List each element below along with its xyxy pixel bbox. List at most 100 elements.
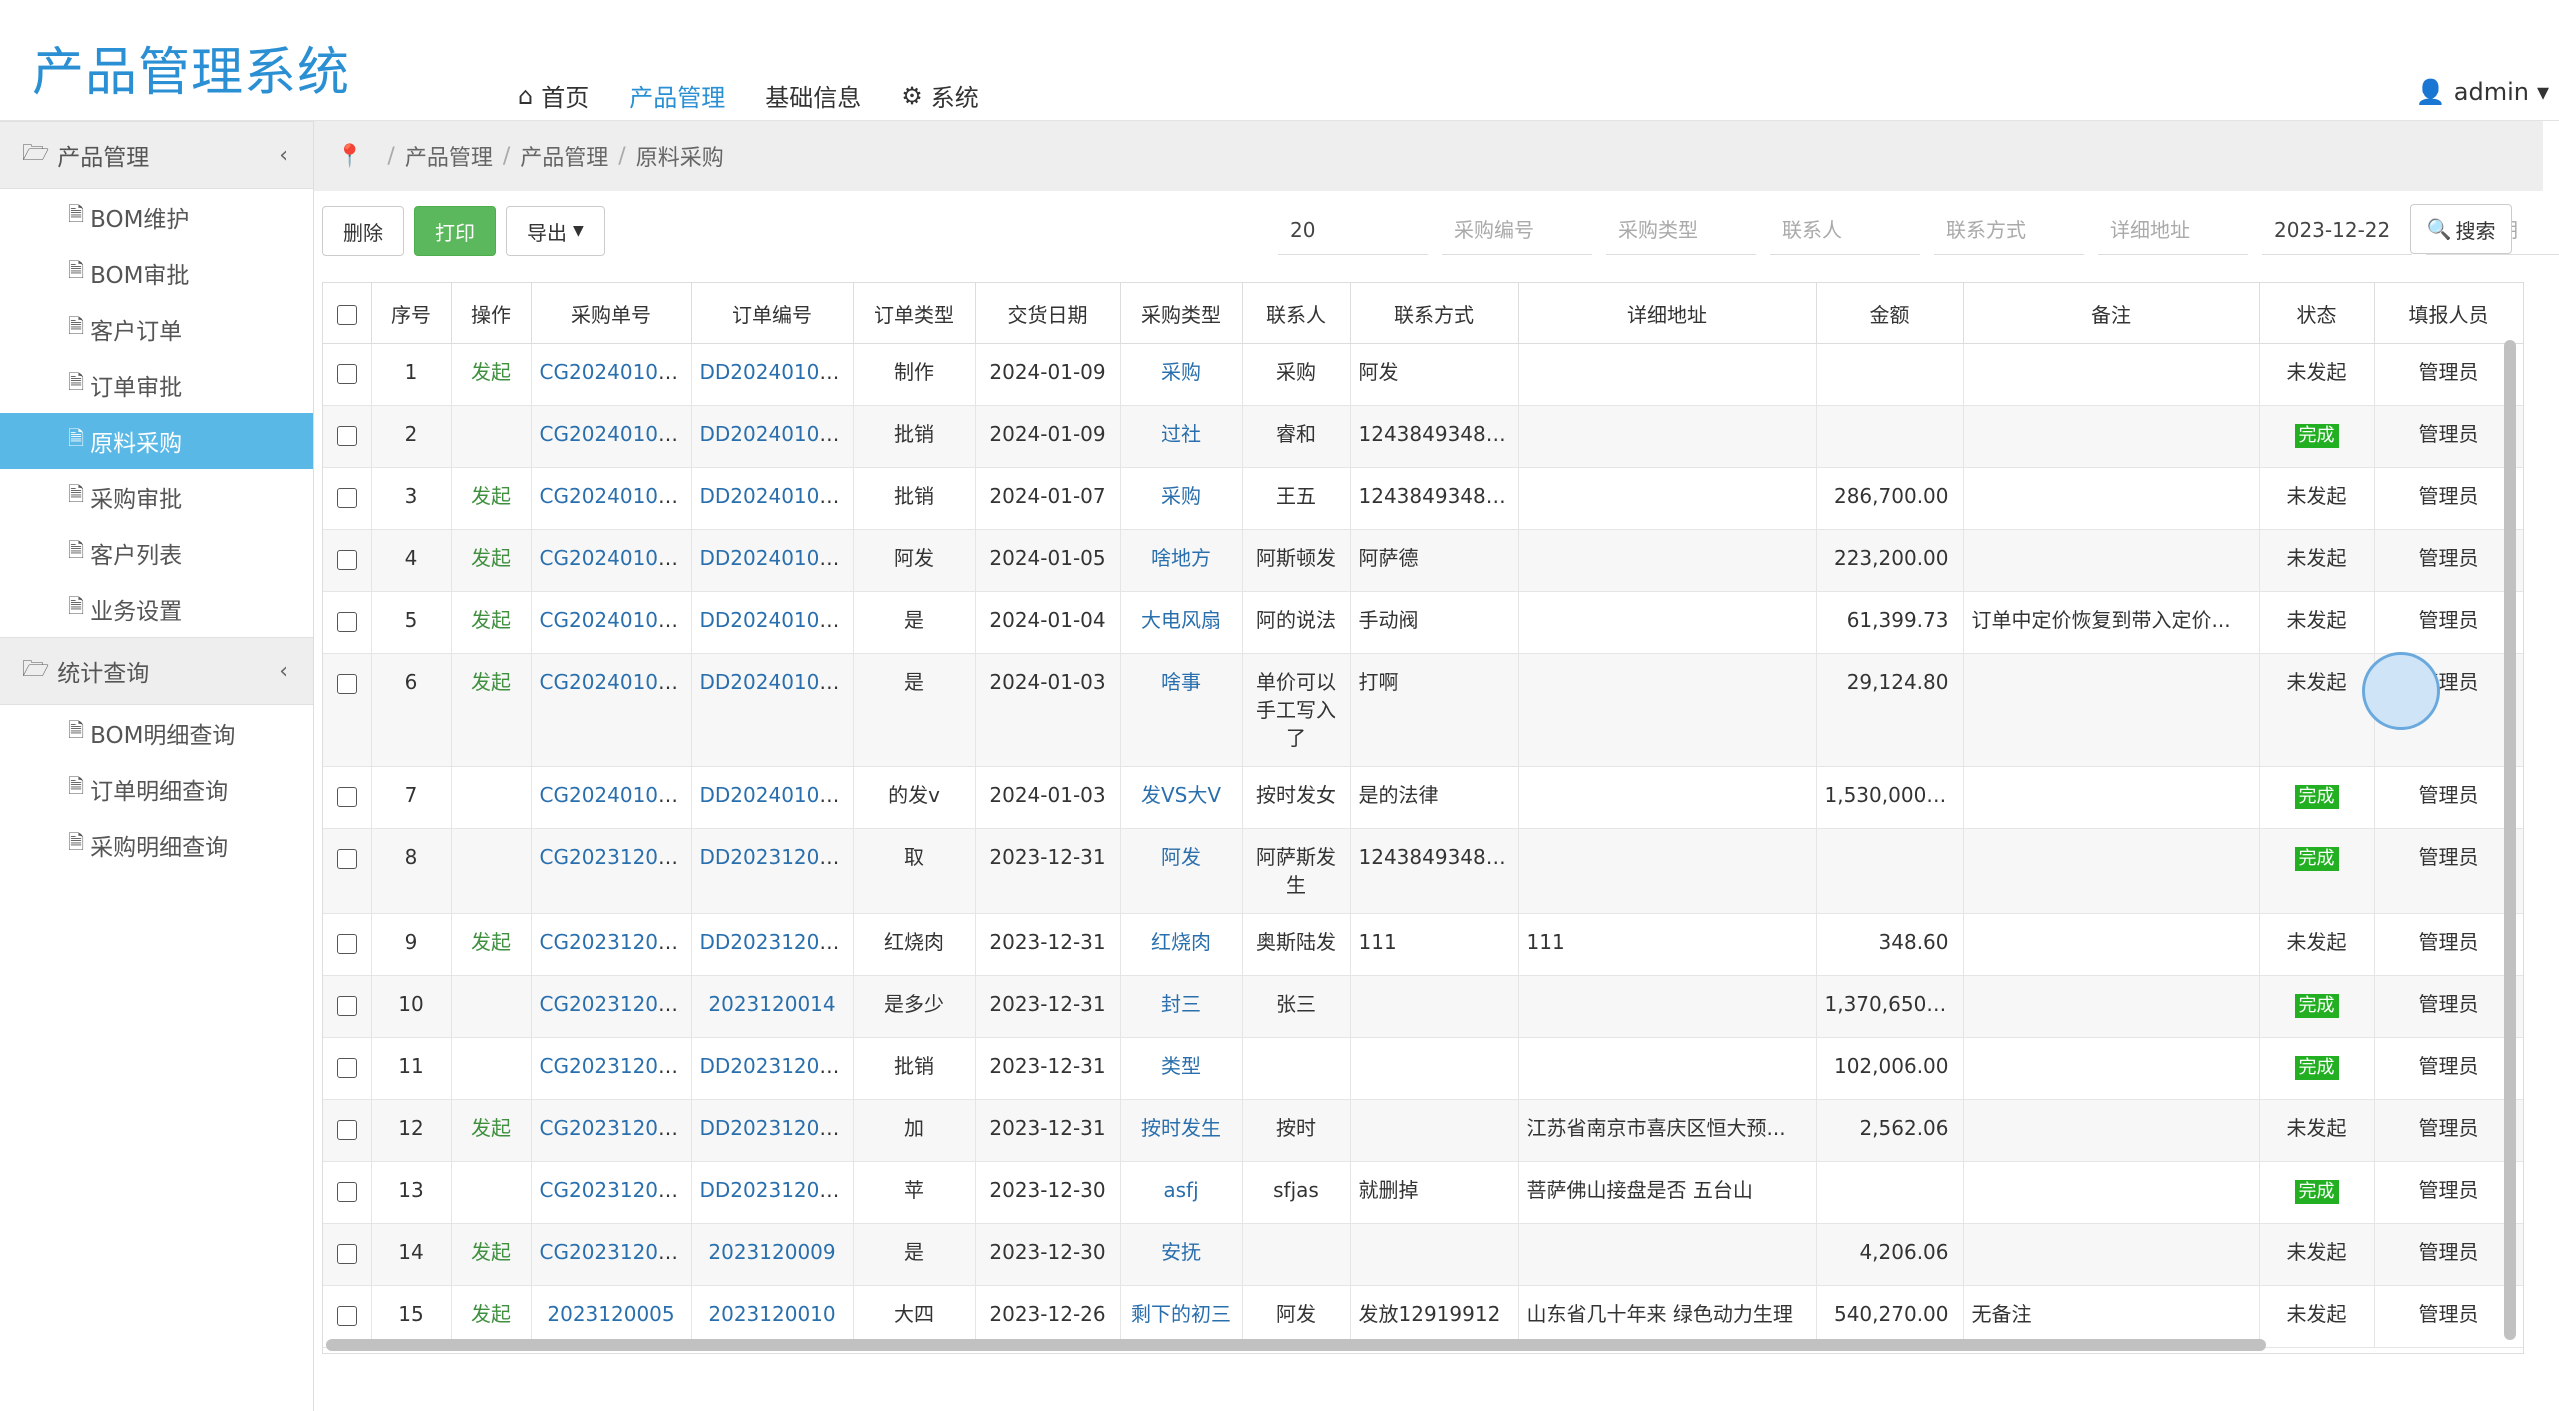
contact-way-input[interactable] [1934,206,2084,255]
purchase-no-link[interactable]: CG2023120009 [540,1054,691,1078]
sidebar-item-customer-list[interactable]: 🗎 客户列表 [0,525,313,581]
search-button[interactable]: 🔍 搜索 [2410,204,2512,254]
row-select-cell[interactable] [323,343,372,406]
purchase-no-link[interactable]: CG2024010003 [540,608,691,632]
table-row[interactable]: 13 CG2023120007 DD2023120018 苹 2023-12-30 asf… [323,1161,2523,1224]
row-checkbox[interactable] [336,933,357,954]
purchase-type-link[interactable]: 安抚 [1161,1240,1201,1264]
select-all-cell[interactable] [323,283,372,344]
column-header[interactable]: 状态 [2259,283,2375,344]
assistant-robot-icon[interactable] [2362,652,2440,730]
column-header[interactable]: 交货日期 [975,283,1121,344]
row-select-cell[interactable] [323,1099,372,1162]
order-no-link[interactable]: DD2024010001 [700,783,853,807]
row-select-cell[interactable] [323,1223,372,1286]
user-menu[interactable]: 👤 admin ▾ [2416,78,2549,106]
purchase-no-link[interactable]: CG2024010007 [540,360,691,384]
row-checkbox[interactable] [336,611,357,632]
row-checkbox[interactable] [336,995,357,1016]
column-header[interactable]: 联系方式 [1350,283,1519,344]
row-checkbox[interactable] [336,363,357,384]
row-checkbox[interactable] [336,425,357,446]
nav-product-management[interactable]: 产品管理 [629,78,725,113]
row-select-cell[interactable] [323,975,372,1038]
initiate-link[interactable]: 发起 [471,1302,511,1326]
column-header[interactable]: 填报人员 [2374,283,2523,344]
purchase-type-link[interactable]: 红烧肉 [1151,930,1211,954]
purchase-type-link[interactable]: 啥事 [1161,670,1201,694]
start-date-input[interactable] [2262,206,2412,255]
sidebar-item-purchase-approve[interactable]: 🗎 采购审批 [0,469,313,525]
select-all-checkbox[interactable] [336,304,357,325]
row-select-cell[interactable] [323,529,372,592]
sidebar-item-bom-detail-query[interactable]: 🗎 BOM明细查询 [0,705,313,761]
purchase-no-link[interactable]: CG2023120006 [540,1240,691,1264]
purchase-no-link[interactable]: CG2023120008 [540,1116,691,1140]
order-no-link[interactable]: 2023120009 [708,1240,835,1264]
column-header[interactable]: 采购类型 [1120,283,1243,344]
sidebar-group-stats[interactable]: 🗁 统计查询 ‹ [0,637,313,705]
purchase-type-input[interactable] [1606,206,1756,255]
row-select-cell[interactable] [323,1161,372,1224]
purchase-type-link[interactable]: 啥地方 [1151,546,1211,570]
row-checkbox[interactable] [336,1243,357,1264]
order-no-link[interactable]: DD2024010012 [700,422,853,446]
purchase-no-link[interactable]: CG2023120010 [540,992,691,1016]
nav-home[interactable]: ⌂ 首页 [518,78,589,113]
row-checkbox[interactable] [336,848,357,869]
table-row[interactable]: 5 发起 CG2024010003 DD2024010004 是 2024-01-04 大电… [323,591,2523,654]
initiate-link[interactable]: 发起 [471,608,511,632]
horizontal-scrollbar[interactable] [326,1339,2266,1351]
row-select-cell[interactable] [323,913,372,976]
table-row[interactable]: 10 CG2023120010 2023120014 是多少 2023-12-31 封三 张… [323,975,2523,1038]
purchase-no-link[interactable]: CG2024010004 [540,546,691,570]
purchase-type-link[interactable]: 大电风扇 [1141,608,1221,632]
order-no-link[interactable]: DD2024010003 [700,670,853,694]
sidebar-item-order-detail-query[interactable]: 🗎 订单明细查询 [0,761,313,817]
purchase-no-link[interactable]: CG2024010006 [540,422,691,446]
column-header[interactable]: 采购单号 [531,283,692,344]
row-checkbox[interactable] [336,549,357,570]
purchase-type-link[interactable]: 按时发生 [1141,1116,1221,1140]
order-no-link[interactable]: DD2024010009 [700,546,853,570]
order-no-link[interactable]: DD2023120020 [700,1054,853,1078]
row-select-cell[interactable] [323,766,372,829]
order-no-link[interactable]: 2023120014 [708,992,835,1016]
purchase-no-input[interactable] [1442,206,1592,255]
initiate-link[interactable]: 发起 [471,484,511,508]
purchase-type-link[interactable]: 剩下的初三 [1131,1302,1231,1326]
row-checkbox[interactable] [336,786,357,807]
order-no-link[interactable]: DD2023120018 [700,1178,853,1202]
nav-system[interactable]: ⚙ 系统 [901,78,979,113]
row-select-cell[interactable] [323,1037,372,1100]
breadcrumb-item[interactable]: 产品管理 [405,140,493,172]
page-size-input[interactable] [1278,206,1428,255]
initiate-link[interactable]: 发起 [471,360,511,384]
table-row[interactable]: 9 发起 CG2023120011 DD2023120022 红烧肉 2023-12-31… [323,913,2523,976]
sidebar-item-business-settings[interactable]: 🗎 业务设置 [0,581,313,637]
purchase-no-link[interactable]: 2023120005 [547,1302,674,1326]
table-row[interactable]: 12 发起 CG2023120008 DD2023120019 加 2023-12-31 按… [323,1099,2523,1162]
order-no-link[interactable]: DD2023120019 [700,1116,853,1140]
row-checkbox[interactable] [336,1057,357,1078]
initiate-link[interactable]: 发起 [471,1116,511,1140]
initiate-link[interactable]: 发起 [471,546,511,570]
sidebar-item-order-approve[interactable]: 🗎 订单审批 [0,357,313,413]
print-button[interactable]: 打印 [414,206,496,256]
contact-input[interactable] [1770,206,1920,255]
purchase-no-link[interactable]: CG2024010005 [540,484,691,508]
order-no-link[interactable]: DD2023120022 [700,930,853,954]
purchase-type-link[interactable]: 采购 [1161,360,1201,384]
table-row[interactable]: 1 发起 CG2024010007 DD2024010013 制作 2024-01-09 采… [323,343,2523,406]
row-checkbox[interactable] [336,1119,357,1140]
initiate-link[interactable]: 发起 [471,670,511,694]
table-row[interactable]: 7 CG2024010001 DD2024010001 的发v 2024-01-03 发V… [323,766,2523,829]
table-row[interactable]: 3 发起 CG2024010005 DD2024010011 批销 2024-01-07 采… [323,467,2523,530]
table-row[interactable]: 11 CG2023120009 DD2023120020 批销 2023-12-31 类型… [323,1037,2523,1100]
column-header[interactable]: 联系人 [1242,283,1351,344]
purchase-type-link[interactable]: 采购 [1161,484,1201,508]
row-select-cell[interactable] [323,653,372,767]
sidebar-item-purchase-detail-query[interactable]: 🗎 采购明细查询 [0,817,313,873]
export-button[interactable]: 导出 ▼ [506,206,605,256]
column-header[interactable]: 订单类型 [853,283,976,344]
